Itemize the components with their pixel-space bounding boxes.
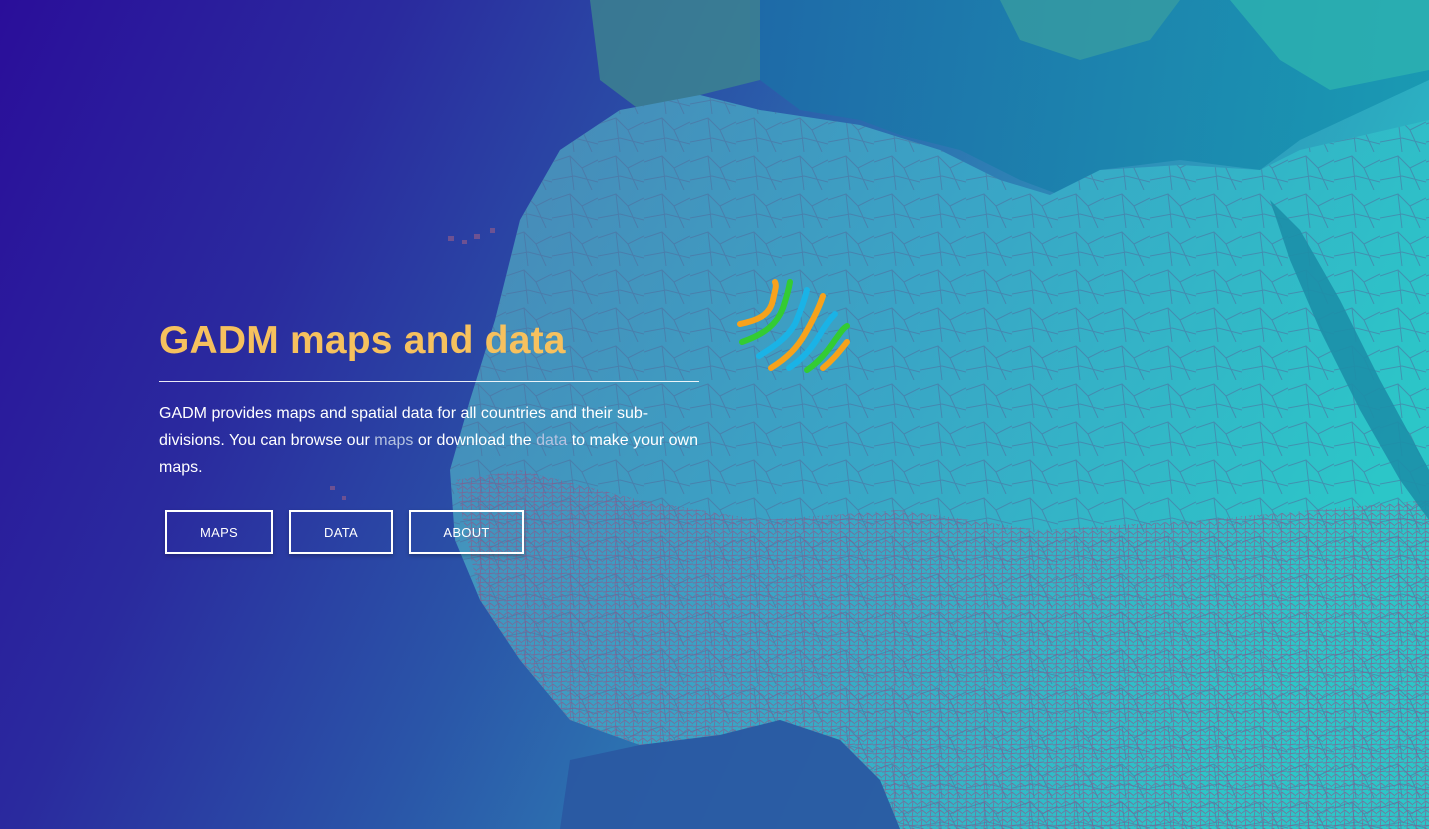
data-link[interactable]: data <box>536 432 567 449</box>
gadm-logo <box>737 279 850 373</box>
hero-section: GADM maps and data GADM provides maps an… <box>0 0 1429 829</box>
hero-content: GADM maps and data GADM provides maps an… <box>159 316 699 481</box>
maps-link[interactable]: maps <box>374 432 413 449</box>
page-title: GADM maps and data <box>159 319 566 362</box>
hero-buttons: MAPS DATA ABOUT <box>165 510 524 554</box>
title-divider <box>159 381 699 382</box>
maps-button[interactable]: MAPS <box>165 510 273 554</box>
about-button[interactable]: ABOUT <box>409 510 524 554</box>
description-text-2: or download the <box>413 432 537 449</box>
data-button[interactable]: DATA <box>289 510 393 554</box>
hero-description: GADM provides maps and spatial data for … <box>159 400 699 481</box>
